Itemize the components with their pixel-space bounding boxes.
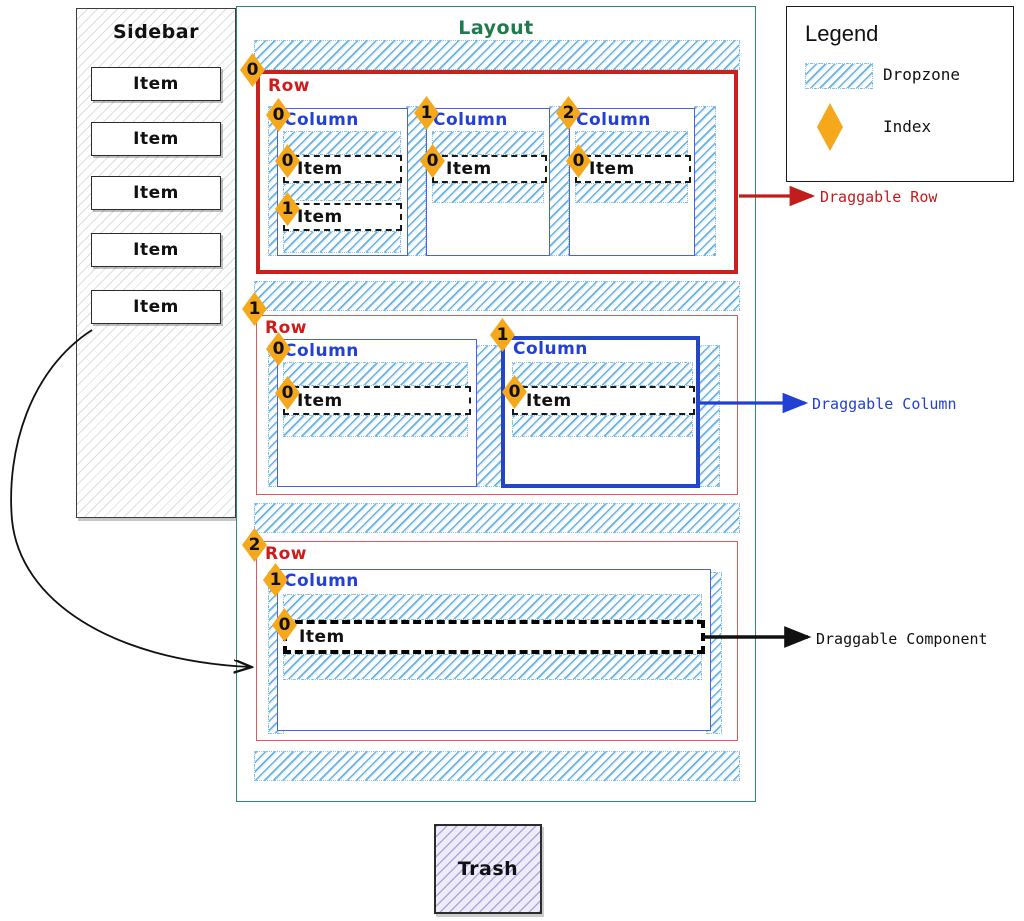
dropzone-item-1[interactable] [432,183,544,203]
dropzone-item-1[interactable] [283,183,401,201]
sidebar-title: Sidebar [113,21,199,43]
dropzone-swatch-icon [805,63,873,89]
item[interactable]: Item [432,155,547,183]
dropzone-item-0[interactable] [575,131,688,155]
sidebar-item-label: Item [133,297,179,317]
sidebar-item-label: Item [133,74,179,94]
dropzone-item-2[interactable] [283,231,401,253]
dropzone-row-3[interactable] [254,751,740,781]
item-label: Item [299,627,345,647]
column-label: Column [433,110,508,130]
row-label: Row [265,544,307,564]
row-label: Row [265,318,307,338]
dropzone-column-1[interactable] [476,345,502,487]
dropzone-row-2[interactable] [254,503,740,533]
item-label: Item [526,390,572,411]
sidebar-item-label: Item [133,183,179,203]
dropzone-column-2[interactable] [698,345,720,487]
dropzone-item-0[interactable] [432,131,544,155]
dropzone-item-0[interactable] [283,131,401,155]
item-draggable-component[interactable]: Item [283,620,705,654]
item[interactable]: Item [283,203,402,231]
item[interactable]: Item [283,155,402,183]
dropzone-item-1[interactable] [283,415,468,437]
item-label: Item [589,159,635,179]
dropzone-column-1[interactable] [406,106,426,256]
sidebar-item-label: Item [133,240,179,260]
dropzone-item-0[interactable] [283,594,702,620]
item-label: Item [297,207,343,227]
item[interactable]: Item [575,155,691,183]
layout-title: Layout [458,17,534,39]
item[interactable]: Item [512,386,695,415]
column-label: Column [284,341,359,361]
dropzone-item-0[interactable] [512,362,693,386]
annotation-draggable-column-label: Draggable Column [812,395,957,413]
row-label: Row [268,76,310,96]
legend-index-label: Index [883,117,932,136]
column-label: Column [576,110,651,130]
trash-label: Trash [457,858,519,880]
dropzone-item-0[interactable] [283,362,468,386]
column-label: Column [284,571,359,591]
legend-dropzone-label: Dropzone [883,65,961,84]
sidebar-item-label: Item [133,129,179,149]
legend-title: Legend [805,21,879,46]
legend-panel: Legend Dropzone Index [786,6,1014,182]
dropzone-item-1[interactable] [575,183,688,203]
sidebar-item-0[interactable]: Item [91,67,221,101]
item[interactable]: Item [283,386,471,415]
item-label: Item [297,159,343,179]
column-label: Column [513,339,588,359]
dropzone-column-2[interactable] [549,106,569,256]
column-label: Column [284,110,359,130]
dropzone-item-1[interactable] [283,654,702,680]
dropzone-column-3[interactable] [694,106,716,256]
annotation-draggable-row-label: Draggable Row [820,188,938,206]
item-label: Item [297,390,343,411]
dropzone-item-1[interactable] [512,415,693,437]
item-label: Item [446,159,492,179]
sidebar[interactable]: Sidebar Item Item Item Item Item [76,8,236,518]
sidebar-item-4[interactable]: Item [91,290,221,324]
sidebar-item-2[interactable]: Item [91,176,221,210]
annotation-draggable-component-label: Draggable Component [816,630,988,648]
dropzone-row-1[interactable] [254,281,740,311]
trash-dropzone[interactable]: Trash [434,824,542,914]
sidebar-item-3[interactable]: Item [91,233,221,267]
index-diamond-icon [817,103,843,151]
dropzone-row-0[interactable] [254,40,740,70]
sidebar-item-1[interactable]: Item [91,122,221,156]
